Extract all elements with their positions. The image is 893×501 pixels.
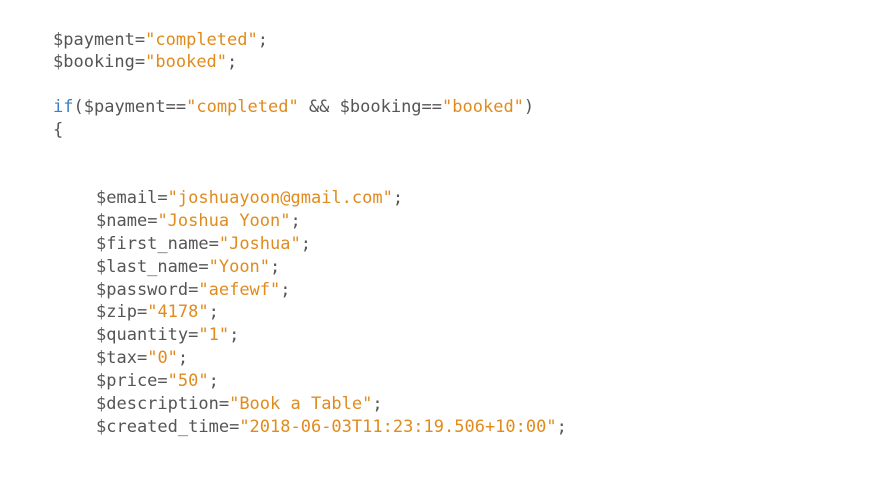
operator: =: [188, 325, 199, 345]
operator: =: [218, 394, 230, 414]
string-literal: "2018-06-03T11:23:19.506+10:00": [239, 417, 557, 437]
code-line-payment: $payment="completed";: [53, 29, 268, 52]
string-literal: "completed": [145, 30, 258, 50]
code-line-password: $password="aefewf";: [53, 279, 291, 302]
string-literal: "Joshua Yoon": [157, 211, 291, 231]
variable: $password: [96, 280, 189, 300]
variable: $email: [96, 188, 158, 208]
operator: ==: [165, 97, 187, 117]
semicolon: ;: [208, 371, 219, 391]
variable: $booking: [339, 97, 422, 117]
string-literal: "booked": [145, 52, 228, 72]
variable: $description: [96, 394, 219, 414]
variable: $payment: [53, 30, 135, 50]
string-literal: "50": [167, 371, 209, 391]
brace-open: {: [53, 120, 64, 140]
semicolon: ;: [270, 257, 281, 277]
semicolon: ;: [257, 30, 268, 50]
operator-and: &&: [298, 97, 340, 117]
code-line-first-name: $first_name="Joshua";: [53, 233, 311, 256]
semicolon: ;: [290, 211, 301, 231]
code-line-if: if($payment=="completed" && $booking=="b…: [53, 96, 534, 119]
semicolon: ;: [392, 188, 404, 208]
semicolon: ;: [227, 52, 238, 72]
string-literal: "4178": [147, 302, 209, 322]
string-literal: "aefewf": [198, 280, 281, 300]
code-line-name: $name="Joshua Yoon";: [53, 210, 301, 233]
operator: =: [198, 257, 209, 277]
string-literal: "Joshua": [218, 234, 301, 254]
code-line-created-time: $created_time="2018-06-03T11:23:19.506+1…: [53, 416, 567, 439]
string-literal: "1": [198, 325, 230, 345]
keyword-if: if: [53, 97, 74, 117]
variable: $payment: [83, 97, 166, 117]
semicolon: ;: [229, 325, 240, 345]
string-literal: "Yoon": [208, 257, 271, 277]
code-line-zip: $zip="4178";: [53, 301, 219, 324]
code-line-quantity: $quantity="1";: [53, 324, 239, 347]
operator: =: [157, 371, 168, 391]
semicolon: ;: [300, 234, 311, 254]
operator: =: [136, 302, 148, 322]
variable: $zip: [96, 302, 137, 322]
variable: $name: [96, 211, 148, 231]
string-literal: "Book a Table": [229, 394, 373, 414]
variable: $first_name: [96, 234, 209, 254]
code-line-booking: $booking="booked";: [53, 51, 237, 74]
variable: $tax: [96, 348, 137, 368]
code-line-tax: $tax="0";: [53, 347, 188, 370]
code-line-email: $email="joshuayoon@gmail.com";: [53, 187, 403, 210]
variable: $price: [96, 371, 158, 391]
operator: =: [188, 280, 199, 300]
code-line-open-brace: {: [53, 119, 63, 142]
operator: =: [134, 52, 146, 72]
operator: =: [134, 30, 146, 50]
variable: $last_name: [96, 257, 199, 277]
semicolon: ;: [280, 280, 291, 300]
variable: $created_time: [96, 417, 230, 437]
string-literal: "completed": [186, 97, 299, 117]
operator: =: [157, 188, 168, 208]
paren-open: (: [73, 97, 84, 117]
code-line-last-name: $last_name="Yoon";: [53, 256, 280, 279]
string-literal: "0": [147, 348, 178, 368]
string-literal: "booked": [442, 97, 524, 117]
operator: =: [147, 211, 158, 231]
semicolon: ;: [208, 302, 219, 322]
operator: =: [208, 234, 219, 254]
operator: ==: [421, 97, 443, 117]
paren-close: ): [523, 97, 535, 117]
operator: =: [229, 417, 240, 437]
variable: $quantity: [96, 325, 189, 345]
semicolon: ;: [177, 348, 189, 368]
string-literal: "joshuayoon@gmail.com": [167, 188, 393, 208]
semicolon: ;: [556, 417, 567, 437]
variable: $booking: [53, 52, 135, 72]
code-line-description: $description="Book a Table";: [53, 393, 383, 416]
semicolon: ;: [372, 394, 383, 414]
code-line-price: $price="50";: [53, 370, 219, 393]
operator: =: [136, 348, 148, 368]
